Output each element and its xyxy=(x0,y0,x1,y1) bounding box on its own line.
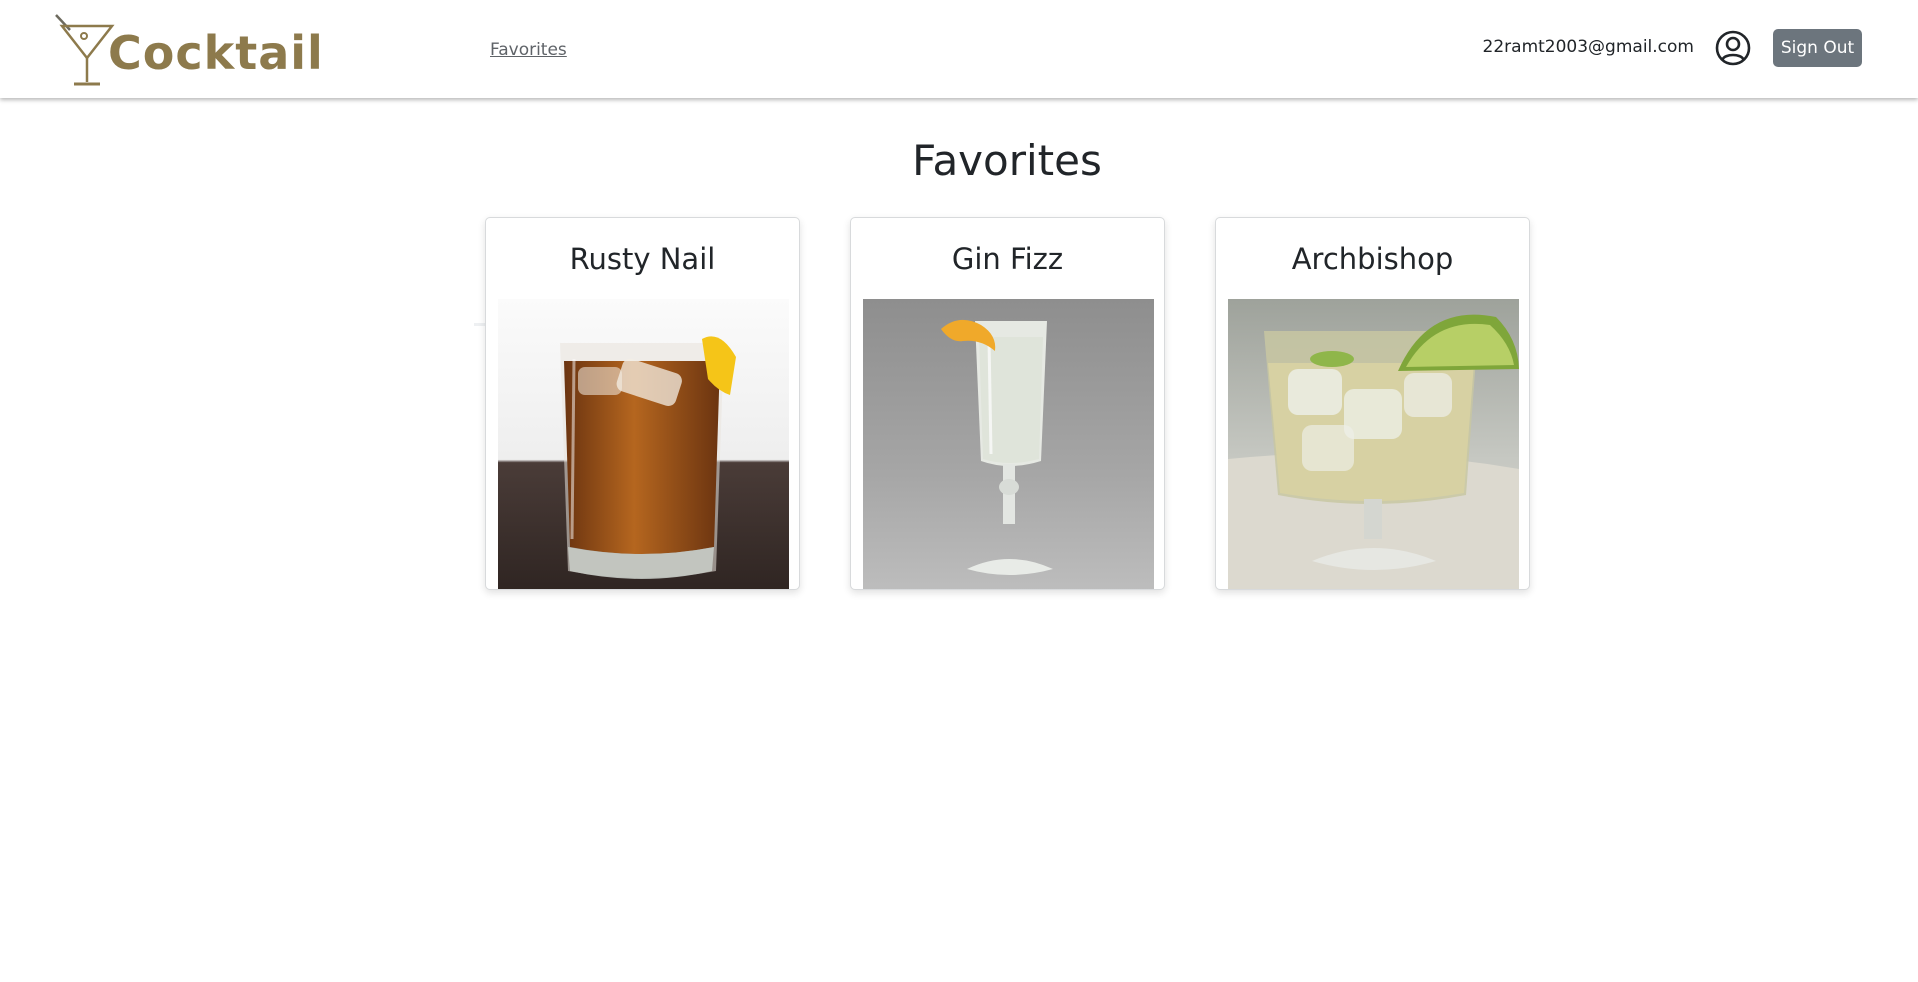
favorite-card[interactable]: Rusty Nail xyxy=(485,217,800,590)
cocktail-logo[interactable]: Cocktail xyxy=(54,10,323,88)
card-title: Gin Fizz xyxy=(951,242,1064,276)
favorite-card[interactable]: Gin Fizz xyxy=(850,217,1165,590)
logo-wordmark: Cocktail xyxy=(108,26,324,80)
archbishop-drink-photo[interactable] xyxy=(1228,299,1519,590)
page-title: Favorites xyxy=(912,136,1102,185)
sign-out-button[interactable]: Sign Out xyxy=(1773,29,1862,67)
card-title: Rusty Nail xyxy=(569,242,716,276)
favorite-card[interactable]: Archbishop xyxy=(1215,217,1530,590)
user-email: 22ramt2003@gmail.com xyxy=(1482,37,1694,57)
user-circle-icon[interactable] xyxy=(1715,30,1751,66)
gin-fizz-drink-photo[interactable] xyxy=(863,299,1154,590)
navbar: Cocktail Favorites 22ramt2003@gmail.com … xyxy=(0,0,1918,98)
nav-link-favorites[interactable]: Favorites xyxy=(490,40,567,60)
card-title: Archbishop xyxy=(1291,242,1454,276)
rusty-nail-drink-photo[interactable] xyxy=(498,299,789,590)
